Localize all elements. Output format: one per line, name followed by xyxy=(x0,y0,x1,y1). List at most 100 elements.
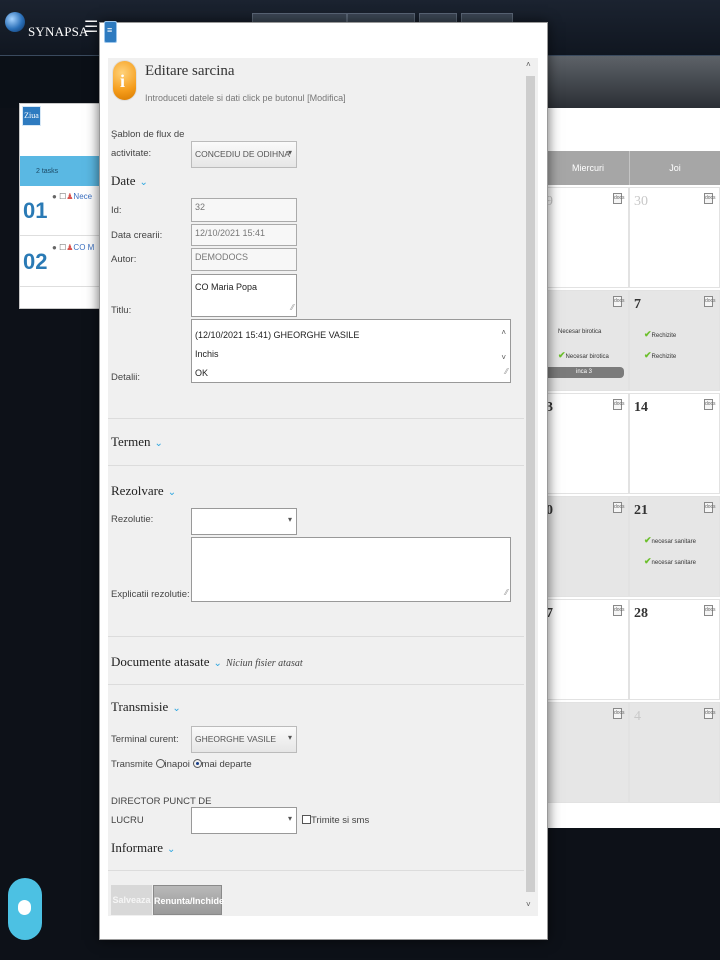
calendar-event[interactable]: Necesar birotica xyxy=(558,329,601,335)
calendar-event[interactable]: ✔Necesar birotica xyxy=(558,350,609,361)
add-document-icon[interactable]: docs xyxy=(704,605,716,616)
divider xyxy=(108,418,524,419)
chevron-down-icon: ⌄ xyxy=(172,703,181,714)
add-document-icon[interactable]: docs xyxy=(613,296,625,307)
resolution-select[interactable]: ▾ xyxy=(191,508,297,535)
calendar-day-cell[interactable]: 3 docs xyxy=(543,393,629,494)
radio-back-label: inapoi xyxy=(164,759,190,770)
add-document-icon[interactable]: docs xyxy=(704,193,716,204)
calendar-event[interactable]: ✔Rechizite xyxy=(644,350,676,361)
save-button[interactable]: Salveaza xyxy=(111,885,152,915)
day-row[interactable]: 02 ● ☐♟CO M xyxy=(20,237,101,287)
current-terminal-select[interactable]: GHEORGHE VASILE ▾ xyxy=(191,726,297,753)
calendar-day-cell[interactable]: 14 docs xyxy=(629,393,720,494)
radio-back[interactable] xyxy=(155,759,165,768)
calendar-event[interactable]: ✔necesar sanitare xyxy=(644,535,696,546)
resolution-explanation-textarea[interactable]: ⁄⁄ xyxy=(191,537,511,602)
resize-grip-icon[interactable]: ⁄⁄ xyxy=(291,300,294,315)
section-date[interactable]: Date ⌄ xyxy=(111,173,148,189)
chevron-down-icon: ⌄ xyxy=(166,844,176,855)
id-field[interactable]: 32 xyxy=(191,198,297,222)
day-number: 02 xyxy=(23,249,48,274)
check-icon: ✔ xyxy=(644,535,652,545)
transmit-label: Transmite xyxy=(111,759,153,770)
scroll-up-icon[interactable]: ˄ xyxy=(526,60,531,69)
check-icon: ✔ xyxy=(558,350,566,360)
section-informare[interactable]: Informare ⌄ xyxy=(111,840,175,856)
add-document-icon[interactable]: docs xyxy=(704,502,716,513)
section-rezolvare[interactable]: Rezolvare ⌄ xyxy=(111,483,176,499)
section-transmisie[interactable]: Transmisie ⌄ xyxy=(111,699,181,715)
sms-label: Trimite si sms xyxy=(311,815,370,826)
calendar-day-number: 30 xyxy=(634,194,648,209)
calendar-event[interactable]: ✔necesar sanitare xyxy=(644,556,696,567)
title-textarea[interactable]: CO Maria Popa ⁄⁄ xyxy=(191,274,297,317)
calendar-day-cell[interactable]: 9 docs xyxy=(543,187,629,288)
sms-option[interactable]: Trimite si sms xyxy=(302,815,369,826)
created-date-field[interactable]: 12/10/2021 15:41 xyxy=(191,224,297,246)
workflow-template-select[interactable]: CONCEDIU DE ODIHNA ▾ xyxy=(191,141,297,168)
status-dot-icon: ● xyxy=(52,192,57,201)
calendar-day-cell[interactable]: 7 docs ✔Rechizite ✔Rechizite xyxy=(629,290,720,391)
section-documente[interactable]: Documente atasate ⌄ Niciun fisier atasat xyxy=(111,654,303,670)
details-label: Detalii: xyxy=(111,372,141,383)
calendar-day-cell[interactable]: docs xyxy=(543,702,629,803)
calendar-day-cell[interactable]: 7 docs xyxy=(543,599,629,700)
add-document-icon[interactable]: docs xyxy=(613,193,625,204)
calendar-day-cell[interactable]: 0 docs xyxy=(543,496,629,597)
info-icon xyxy=(112,60,137,101)
dialog-title: Editare sarcina xyxy=(145,63,235,79)
sms-checkbox[interactable] xyxy=(302,815,311,824)
calendar-event[interactable]: ✔Rechizite xyxy=(644,329,676,340)
title-label: Titlu: xyxy=(111,305,132,316)
chevron-down-icon: ⌄ xyxy=(139,177,148,188)
check-icon: ✔ xyxy=(644,329,652,339)
divider xyxy=(108,636,524,637)
author-field[interactable]: DEMODOCS xyxy=(191,248,297,271)
calendar-day-cell[interactable]: 4 docs xyxy=(629,702,720,803)
radio-forward[interactable] xyxy=(192,759,202,768)
hamburger-icon[interactable]: ☰ xyxy=(84,17,98,37)
calendar-header-strip xyxy=(546,56,720,108)
scroll-up-icon[interactable]: ˄ xyxy=(501,323,506,342)
dialog-subtitle: Introduceti datele si dati click pe buto… xyxy=(145,93,346,103)
day-view-button[interactable]: Ziua xyxy=(22,106,41,126)
vertical-scrollbar[interactable]: ˄ ˅ xyxy=(524,58,537,916)
dropdown-arrow-icon: ▾ xyxy=(287,515,292,524)
dropdown-arrow-icon: ▾ xyxy=(287,814,292,823)
calendar-header-wednesday: Miercuri xyxy=(546,151,629,185)
day-row[interactable]: 01 ● ☐♟Nece xyxy=(20,186,101,236)
calendar-event-label: Rechizite xyxy=(651,354,677,360)
cancel-close-button[interactable]: Renunta/Inchide xyxy=(153,885,224,915)
calendar-day-cell[interactable]: 21 docs ✔necesar sanitare ✔necesar sanitare xyxy=(629,496,720,597)
add-document-icon[interactable]: docs xyxy=(704,708,716,719)
director-select[interactable]: ▾ xyxy=(191,807,297,834)
dialog-menu-icon[interactable] xyxy=(104,21,117,43)
add-document-icon[interactable]: docs xyxy=(704,296,716,307)
calendar-day-number: 14 xyxy=(634,400,648,415)
details-textarea[interactable]: (12/10/2021 15:41) GHEORGHE VASILE Inchi… xyxy=(191,319,511,383)
divider xyxy=(108,684,524,685)
calendar-day-cell[interactable]: 28 docs xyxy=(629,599,720,700)
scroll-down-icon[interactable]: ˅ xyxy=(526,900,531,909)
add-document-icon[interactable]: docs xyxy=(613,399,625,410)
resize-grip-icon[interactable]: ⁄⁄ xyxy=(505,362,508,381)
add-document-icon[interactable]: docs xyxy=(613,605,625,616)
dropdown-arrow-icon: ▾ xyxy=(287,733,292,742)
dropdown-arrow-icon: ▾ xyxy=(287,148,292,157)
calendar-day-cell[interactable]: docs Necesar birotica ✔Necesar birotica inc… xyxy=(543,290,629,391)
add-document-icon[interactable]: docs xyxy=(704,399,716,410)
calendar-event-label: Necesar birotica xyxy=(565,354,609,360)
id-label: Id: xyxy=(111,205,122,216)
chevron-down-icon: ⌄ xyxy=(154,438,163,449)
add-document-icon[interactable]: docs xyxy=(613,708,625,719)
calendar-day-cell[interactable]: 30 docs xyxy=(629,187,720,288)
task-preview: CO M xyxy=(73,243,95,252)
add-document-icon[interactable]: docs xyxy=(613,502,625,513)
more-events-pill[interactable]: inca 3 xyxy=(544,367,624,378)
resize-grip-icon[interactable]: ⁄⁄ xyxy=(505,585,508,600)
section-termen[interactable]: Termen ⌄ xyxy=(111,434,163,450)
calendar-event-label: necesar sanitare xyxy=(651,539,696,545)
chat-button[interactable] xyxy=(8,878,42,940)
scrollbar-thumb[interactable] xyxy=(526,76,535,892)
